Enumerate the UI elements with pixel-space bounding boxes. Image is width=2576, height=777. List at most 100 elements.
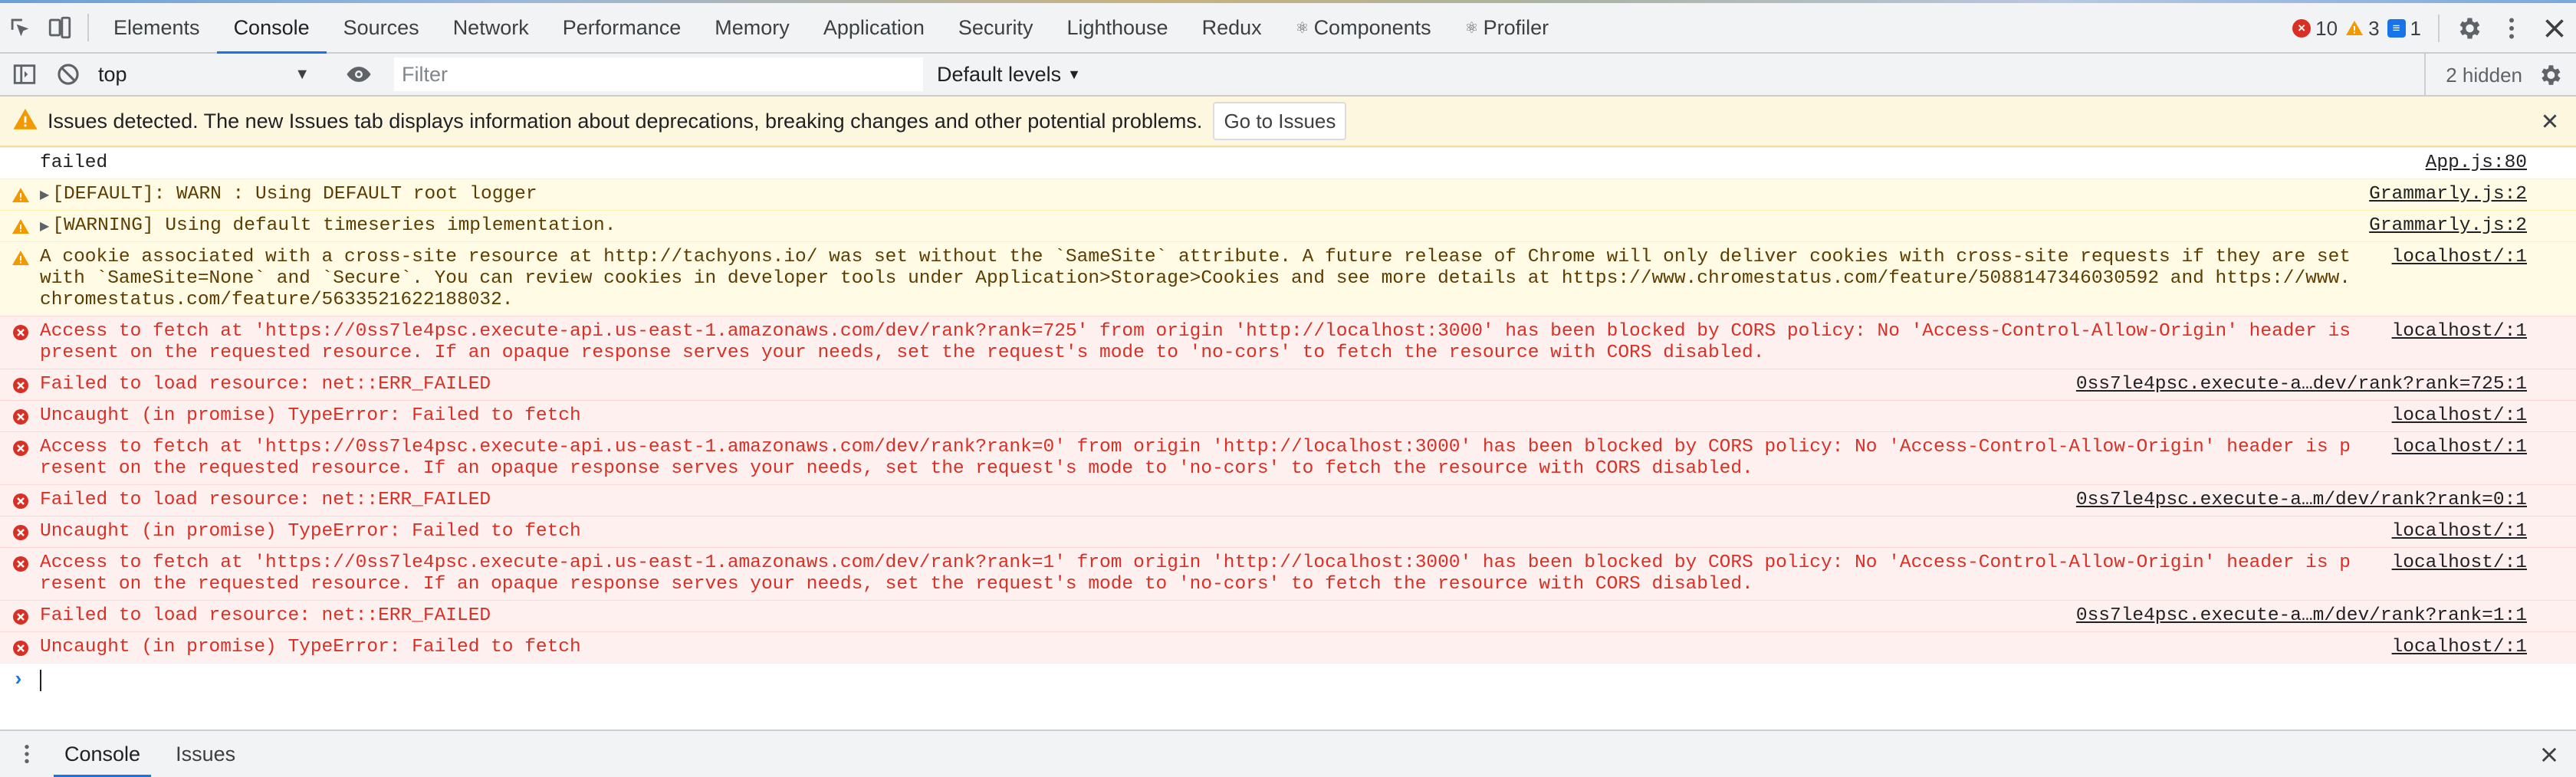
close-drawer-icon[interactable] [2535, 740, 2564, 769]
console-message-error[interactable]: Access to fetch at 'https://0ss7le4psc.e… [0, 431, 2576, 484]
tab-label: Profiler [1483, 15, 1549, 39]
message-text: [WARNING] Using default timeseries imple… [52, 215, 616, 236]
tab-performance[interactable]: Performance [546, 2, 698, 53]
tab-label: Application [823, 15, 925, 39]
hidden-messages-count: 2 hidden [2424, 54, 2522, 97]
console-message-warn[interactable]: A cookie associated with a cross-site re… [0, 241, 2576, 316]
expand-arrow-icon[interactable]: ▶ [40, 216, 49, 238]
console-message-error[interactable]: Failed to load resource: net::ERR_FAILED… [0, 600, 2576, 631]
close-banner-icon[interactable] [2536, 107, 2564, 135]
tab-lighthouse[interactable]: Lighthouse [1050, 2, 1184, 53]
tab-network[interactable]: Network [436, 2, 546, 53]
tab-components[interactable]: ⚛ Components [1279, 2, 1448, 53]
drawer-tab-issues[interactable]: Issues [165, 730, 246, 777]
live-expression-eye-icon[interactable] [334, 53, 383, 96]
message-source-link[interactable]: localhost/:1 [2392, 637, 2527, 658]
devtools-tabbar: Elements Console Sources Network Performance… [0, 3, 2576, 54]
settings-gear-icon[interactable] [2447, 3, 2490, 54]
react-icon: ⚛ [1464, 19, 1479, 37]
message-source-link[interactable]: localhost/:1 [2392, 552, 2527, 574]
device-toolbar-icon[interactable] [40, 2, 80, 53]
tab-label: Sources [343, 15, 419, 39]
drawer-tab-console[interactable]: Console [54, 730, 152, 777]
tab-profiler[interactable]: ⚛ Profiler [1448, 2, 1566, 53]
more-options-icon[interactable] [2490, 3, 2533, 54]
error-icon [11, 516, 31, 549]
tab-application[interactable]: Application [807, 2, 941, 53]
inspect-element-icon[interactable] [0, 2, 40, 53]
drawer-tab-label: Console [64, 742, 141, 766]
message-source-link[interactable]: 0ss7le4psc.execute-a…m/dev/rank?rank=0:1 [2076, 490, 2527, 511]
console-message-warn[interactable]: ▶ [WARNING] Using default timeseries impl… [0, 210, 2576, 241]
message-source-link[interactable]: 0ss7le4psc.execute-a…m/dev/rank?rank=1:1 [2076, 605, 2527, 627]
toolbar-divider [87, 14, 89, 41]
message-source-link[interactable]: 0ss7le4psc.execute-a…dev/rank?rank=725:1 [2076, 374, 2527, 395]
console-message-error[interactable]: Failed to load resource: net::ERR_FAILED… [0, 369, 2576, 400]
clear-console-icon[interactable] [49, 53, 87, 96]
console-message-warn[interactable]: ▶ [DEFAULT]: WARN : Using DEFAULT root lo… [0, 179, 2576, 210]
console-message-error[interactable]: Uncaught (in promise) TypeError: Failed … [0, 516, 2576, 547]
error-icon [11, 401, 31, 433]
error-icon [11, 601, 31, 633]
warning-icon [11, 211, 31, 243]
error-icon [11, 432, 31, 464]
message-text: Failed to load resource: net::ERR_FAILED [40, 605, 491, 626]
tab-redux[interactable]: Redux [1185, 2, 1279, 53]
dropdown-caret-icon: ▼ [294, 65, 310, 83]
message-source-link[interactable]: localhost/:1 [2392, 405, 2527, 427]
console-message-error[interactable]: Access to fetch at 'https://0ss7le4psc.e… [0, 316, 2576, 369]
message-text: Uncaught (in promise) TypeError: Failed … [40, 637, 581, 657]
log-levels-dropdown[interactable]: Default levels ▼ [937, 63, 1081, 87]
message-text: Failed to load resource: net::ERR_FAILED [40, 490, 491, 510]
message-source-link[interactable]: localhost/:1 [2392, 321, 2527, 343]
message-text-wrap: Uncaught (in promise) TypeError: Failed … [0, 401, 2415, 431]
message-text: A cookie associated with a cross-site re… [40, 247, 2362, 310]
go-to-issues-button[interactable]: Go to Issues [1213, 102, 1347, 140]
message-source-link[interactable]: Grammarly.js:2 [2369, 215, 2527, 237]
tab-console[interactable]: Console [216, 2, 327, 54]
issue-counters[interactable]: × 10 3 ≡ 1 [2292, 17, 2421, 41]
warning-count: 3 [2368, 16, 2380, 40]
dropdown-caret-icon: ▼ [1067, 66, 1081, 82]
message-text-wrap: failed [0, 148, 2415, 179]
message-text-wrap: Access to fetch at 'https://0ss7le4psc.e… [0, 316, 2415, 369]
toolbar-divider [2438, 15, 2440, 42]
info-count-icon: ≡ [2387, 19, 2406, 38]
tab-label: Elements [113, 15, 200, 39]
console-message-error[interactable]: Uncaught (in promise) TypeError: Failed … [0, 400, 2576, 431]
error-count: 10 [2315, 16, 2338, 40]
react-icon: ⚛ [1295, 19, 1309, 37]
console-message-error[interactable]: Access to fetch at 'https://0ss7le4psc.e… [0, 547, 2576, 600]
close-devtools-icon[interactable] [2533, 3, 2576, 54]
tab-sources[interactable]: Sources [327, 2, 436, 53]
tab-security[interactable]: Security [941, 2, 1050, 53]
console-prompt[interactable]: › [0, 663, 2576, 695]
console-message-error[interactable]: Uncaught (in promise) TypeError: Failed … [0, 631, 2576, 663]
message-text-wrap: Uncaught (in promise) TypeError: Failed … [0, 632, 2415, 663]
message-text: [DEFAULT]: WARN : Using DEFAULT root log… [52, 184, 537, 205]
warning-triangle-icon [12, 107, 38, 136]
message-text-wrap: ▶ [WARNING] Using default timeseries impl… [0, 211, 2415, 242]
message-source-link[interactable]: Grammarly.js:2 [2369, 184, 2527, 205]
error-icon [11, 548, 31, 580]
message-source-link[interactable]: App.js:80 [2426, 152, 2527, 174]
tab-memory[interactable]: Memory [698, 2, 807, 53]
issues-banner: Issues detected. The new Issues tab disp… [0, 97, 2576, 147]
console-message-error[interactable]: Failed to load resource: net::ERR_FAILED… [0, 484, 2576, 516]
error-icon [11, 316, 31, 349]
message-text: Uncaught (in promise) TypeError: Failed … [40, 521, 581, 542]
message-source-link[interactable]: localhost/:1 [2392, 437, 2527, 458]
tab-elements[interactable]: Elements [97, 2, 217, 53]
log-levels-label: Default levels [937, 62, 1062, 86]
expand-arrow-icon[interactable]: ▶ [40, 185, 49, 206]
show-sidebar-icon[interactable] [0, 53, 49, 96]
tab-label: Console [233, 15, 310, 39]
drawer-menu-icon[interactable] [0, 730, 54, 777]
message-text: Failed to load resource: net::ERR_FAILED [40, 374, 491, 395]
message-source-link[interactable]: localhost/:1 [2392, 521, 2527, 543]
message-source-link[interactable]: localhost/:1 [2392, 247, 2527, 268]
execution-context-select[interactable]: top ▼ [87, 59, 317, 90]
console-settings-gear-icon[interactable] [2528, 54, 2571, 97]
console-message-plain[interactable]: failed App.js:80 [0, 147, 2576, 179]
console-filter-input[interactable] [394, 57, 923, 91]
